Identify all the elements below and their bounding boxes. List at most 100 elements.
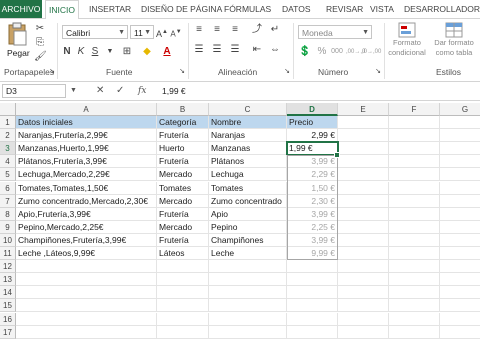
cell-a12[interactable]: [16, 260, 157, 274]
cell-a15[interactable]: [16, 299, 157, 313]
cell-g3[interactable]: [440, 142, 480, 156]
decrease-indent-icon[interactable]: ⇤: [250, 43, 264, 57]
tab-datos[interactable]: DATOS: [282, 0, 311, 18]
select-all-corner[interactable]: [0, 103, 16, 116]
formula-input[interactable]: 1,99 €: [162, 84, 186, 98]
cell-c7[interactable]: Zumo concentrado: [209, 194, 287, 208]
cell-d13[interactable]: [287, 273, 338, 287]
cell-c10[interactable]: Champiñones: [209, 233, 287, 247]
cell-e9[interactable]: [338, 220, 389, 234]
cell-d16[interactable]: [287, 312, 338, 326]
cell-e12[interactable]: [338, 260, 389, 274]
cell-g5[interactable]: [440, 168, 480, 182]
cell-f3[interactable]: [389, 142, 440, 156]
cell-c12[interactable]: [209, 260, 287, 274]
cell-a4[interactable]: Plátanos,Frutería,3,99€: [16, 155, 157, 169]
cell-e17[interactable]: [338, 325, 389, 339]
cell-g9[interactable]: [440, 221, 480, 234]
cell-c9[interactable]: Pepino: [209, 220, 287, 234]
cell-e1[interactable]: [338, 116, 389, 129]
cell-c17[interactable]: [209, 325, 287, 339]
cell-c3[interactable]: Manzanas: [209, 142, 287, 156]
dialog-launcher-icon[interactable]: ↘: [374, 65, 382, 79]
cell-d15[interactable]: [287, 299, 338, 313]
column-header-f[interactable]: F: [389, 103, 440, 116]
cell-d12[interactable]: [287, 260, 338, 274]
comma-style-button[interactable]: 000: [330, 45, 344, 59]
underline-button[interactable]: S: [90, 45, 100, 59]
row-header[interactable]: 10: [0, 233, 16, 247]
row-header[interactable]: 3: [0, 142, 16, 156]
cell-c4[interactable]: Plátanos: [209, 155, 287, 169]
cell-c6[interactable]: Tomates: [209, 181, 287, 195]
tab-diseno-pagina[interactable]: DISEÑO DE PÁGINA: [141, 0, 222, 18]
cell-f12[interactable]: [389, 260, 440, 274]
percent-style-button[interactable]: %: [316, 45, 328, 59]
cell-b14[interactable]: [157, 286, 209, 300]
cell-g10[interactable]: [440, 234, 480, 247]
column-header-d[interactable]: D: [287, 103, 338, 116]
cell-e14[interactable]: [338, 286, 389, 300]
cell-b3[interactable]: Huerto: [157, 142, 209, 156]
cell-b6[interactable]: Tomates: [157, 181, 209, 195]
align-center-icon[interactable]: ☰: [210, 43, 224, 57]
cell-a6[interactable]: Tomates,Tomates,1,50€: [16, 181, 157, 195]
cell-a17[interactable]: [16, 325, 157, 339]
conditional-format-button[interactable]: Formato condicional: [386, 22, 428, 64]
row-header[interactable]: 1: [0, 116, 16, 129]
cell-a5[interactable]: Lechuga,Mercado,2,29€: [16, 168, 157, 182]
row-header[interactable]: 2: [0, 129, 16, 143]
cell-a16[interactable]: [16, 312, 157, 326]
insert-function-button[interactable]: fx: [138, 84, 146, 98]
italic-button[interactable]: K: [76, 45, 86, 59]
cell-a10[interactable]: Champiñones,Frutería,3,99€: [16, 233, 157, 247]
row-header[interactable]: 13: [0, 273, 16, 287]
fill-handle[interactable]: [334, 152, 340, 159]
cell-e7[interactable]: [338, 194, 389, 208]
cell-b16[interactable]: [157, 312, 209, 326]
merge-center-icon[interactable]: ⇔: [268, 43, 282, 57]
cell-d14[interactable]: [287, 286, 338, 300]
cell-b8[interactable]: Frutería: [157, 207, 209, 221]
tab-vista[interactable]: VISTA: [370, 0, 394, 18]
increase-decimal-button[interactable]: ,00→,0: [346, 45, 365, 59]
cell-c5[interactable]: Lechuga: [209, 168, 287, 182]
bold-button[interactable]: N: [62, 45, 72, 59]
cell-b2[interactable]: Frutería: [157, 129, 209, 143]
cell-b12[interactable]: [157, 260, 209, 274]
format-as-table-button[interactable]: Dar formato como tabla: [430, 22, 478, 64]
cell-g13[interactable]: [440, 273, 480, 287]
cell-f17[interactable]: [389, 325, 440, 339]
cell-f10[interactable]: [389, 233, 440, 247]
column-header-b[interactable]: B: [157, 103, 209, 116]
grow-font-icon[interactable]: A▲: [156, 25, 168, 39]
cell-a11[interactable]: Leche ,Láteos,9,99€: [16, 247, 157, 260]
row-header[interactable]: 8: [0, 207, 16, 221]
cell-a3[interactable]: Manzanas,Huerto,1,99€: [16, 142, 157, 156]
cell-d2[interactable]: 2,99 €: [287, 129, 338, 143]
cell-d3[interactable]: 1,99 €: [286, 141, 339, 157]
cell-g2[interactable]: [440, 129, 480, 143]
cell-g4[interactable]: [440, 155, 480, 169]
cell-e5[interactable]: [338, 168, 389, 182]
cell-c16[interactable]: [209, 312, 287, 326]
paste-button[interactable]: Pegar: [4, 22, 30, 64]
row-header[interactable]: 11: [0, 247, 16, 260]
cell-e16[interactable]: [338, 312, 389, 326]
column-header-c[interactable]: C: [209, 103, 287, 116]
cell-f13[interactable]: [389, 273, 440, 287]
cell-c8[interactable]: Apio: [209, 207, 287, 221]
tab-revisar[interactable]: REVISAR: [326, 0, 363, 18]
number-format-combo[interactable]: Moneda ▼: [298, 25, 372, 39]
align-right-icon[interactable]: ☰: [228, 43, 242, 57]
tab-archivo[interactable]: ARCHIVO: [0, 0, 42, 18]
cell-a13[interactable]: [16, 273, 157, 287]
cell-a8[interactable]: Apio,Frutería,3,99€: [16, 207, 157, 221]
cell-e3[interactable]: [338, 142, 389, 156]
copy-icon[interactable]: ⎘: [34, 36, 46, 50]
cell-f7[interactable]: [389, 194, 440, 208]
cell-b10[interactable]: Frutería: [157, 233, 209, 247]
row-header[interactable]: 7: [0, 194, 16, 208]
cell-e13[interactable]: [338, 273, 389, 287]
font-size-combo[interactable]: 11 ▼: [130, 25, 154, 39]
